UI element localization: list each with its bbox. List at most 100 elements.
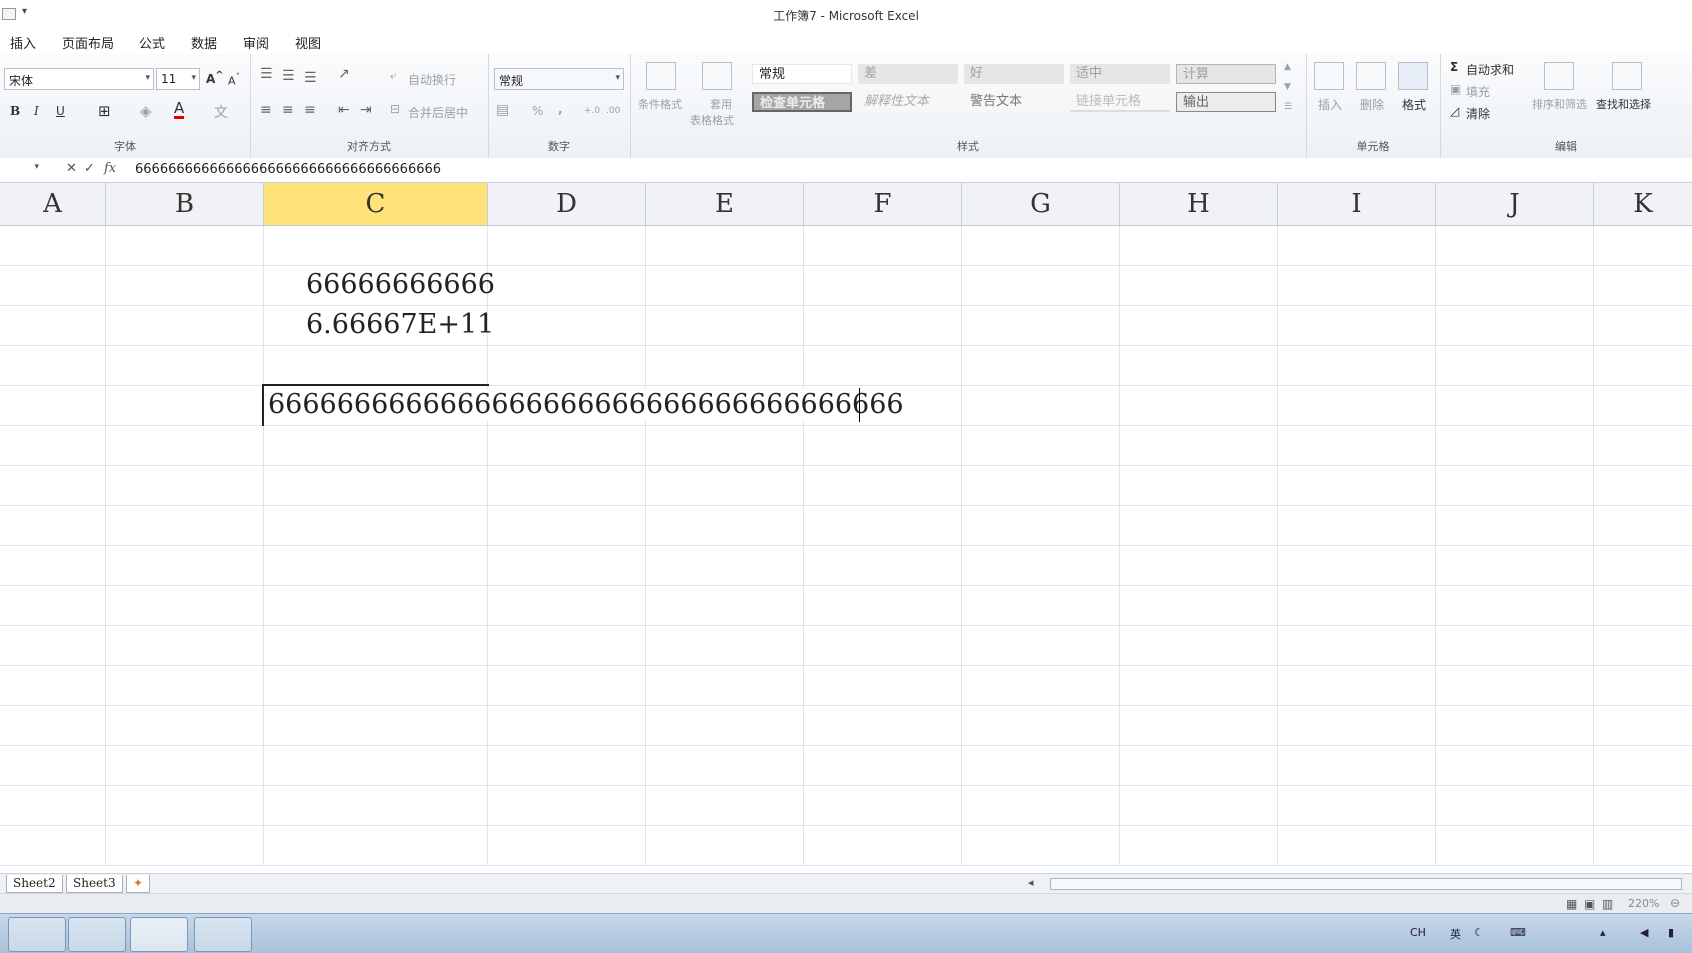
style-good[interactable]: 好 [964,64,1064,84]
excel-taskbar-icon[interactable] [130,917,188,952]
style-bad[interactable]: 差 [858,64,958,84]
moon-icon[interactable]: ☾ [1474,926,1484,939]
styles-scroll-down-icon[interactable]: ▼ [1284,82,1291,92]
show-hidden-icons[interactable]: ▴ [1600,926,1606,939]
italic-icon[interactable]: I [34,104,39,118]
border-icon[interactable]: ⊞ [98,102,111,120]
sort-filter-button[interactable]: 排序和筛选 [1532,96,1587,112]
column-header-a[interactable]: A [0,183,106,225]
merge-center-icon[interactable]: ⊟ [390,102,400,116]
style-explanatory[interactable]: 解释性文本 [858,92,958,112]
column-header-h[interactable]: H [1120,183,1278,225]
table-format-label-1[interactable]: 套用 [710,96,732,112]
cell-c6-edit-text[interactable]: 6666666666666666666666666666666666666 [268,389,906,420]
font-name-select[interactable]: 宋体 ▾ [4,68,154,90]
autosum-button[interactable]: 自动求和 [1466,61,1514,78]
network-icon[interactable]: ▮ [1668,926,1674,939]
confirm-entry-icon[interactable]: ✓ [84,161,95,176]
align-top-icon[interactable]: ☰ [260,66,273,82]
fill-color-icon[interactable]: ◈ [140,102,152,120]
sheet-tab-sheet2[interactable]: Sheet2 [6,875,63,893]
style-warning[interactable]: 警告文本 [964,92,1064,112]
column-header-k[interactable]: K [1594,183,1692,225]
cancel-entry-icon[interactable]: ✕ [66,161,77,176]
column-header-b[interactable]: B [106,183,264,225]
font-size-select[interactable]: 11 ▾ [156,68,200,90]
align-bottom-icon[interactable]: ☰ [304,70,317,86]
decrease-indent-icon[interactable]: ⇤ [338,102,350,118]
zoom-level[interactable]: 220% [1628,897,1659,910]
worksheet-grid[interactable]: 66666666666 6.66667E+11 6666666666666666… [0,226,1692,866]
styles-scroll-up-icon[interactable]: ▲ [1284,62,1291,72]
clear-button[interactable]: 清除 [1466,105,1490,122]
number-format-select[interactable]: 常规 ▾ [494,68,624,90]
align-middle-icon[interactable]: ☰ [282,68,295,84]
media-player-icon[interactable] [68,917,126,952]
column-header-j[interactable]: J [1436,183,1594,225]
percent-icon[interactable]: % [532,104,543,118]
style-linked-cell[interactable]: 链接单元格 [1070,92,1170,112]
name-box[interactable]: ▾ [0,160,42,178]
cell-c4[interactable]: 6.66667E+11 [306,309,494,340]
style-neutral[interactable]: 适中 [1070,64,1170,84]
style-output[interactable]: 输出 [1176,92,1276,112]
binoculars-icon[interactable] [1612,62,1642,90]
font-color-icon[interactable]: A [174,100,185,119]
style-check-cell[interactable]: 检查单元格 [752,92,852,112]
align-right-icon[interactable]: ≡ [304,102,316,118]
page-break-view-icon[interactable]: ▥ [1602,897,1613,911]
insert-function-icon[interactable]: fx [104,161,116,176]
align-left-icon[interactable]: ≡ [260,102,272,118]
formula-input[interactable]: 6666666666666666666666666666666666666 [135,162,441,177]
grow-font-icon[interactable]: A^ [206,70,224,86]
column-header-c[interactable]: C [264,183,488,225]
merge-center-button[interactable]: 合并后居中 [408,104,468,121]
new-sheet-icon[interactable]: ✦ [126,875,151,893]
keyboard-icon[interactable]: ⌨ [1510,926,1526,939]
shrink-font-icon[interactable]: Aˇ [228,72,240,88]
conditional-format-icon[interactable] [646,62,676,90]
column-header-f[interactable]: F [804,183,962,225]
page-layout-view-icon[interactable]: ▣ [1584,897,1595,911]
tab-insert[interactable]: 插入 [10,33,36,52]
align-center-icon[interactable]: ≡ [282,102,294,118]
format-cells-icon[interactable] [1398,62,1428,90]
orientation-icon[interactable]: ↗ [338,66,350,82]
normal-view-icon[interactable]: ▦ [1566,897,1577,911]
wrap-text-button[interactable]: 自动换行 [408,71,456,88]
conditional-format-button[interactable]: 条件格式 [638,96,682,112]
underline-icon[interactable]: U [56,104,65,118]
zoom-out-icon[interactable]: ⊖ [1670,896,1680,910]
increase-decimal-icon[interactable]: +.0 [584,106,600,116]
file-explorer-icon[interactable] [8,917,66,952]
tab-formulas[interactable]: 公式 [139,33,165,52]
column-header-i[interactable]: I [1278,183,1436,225]
tab-review[interactable]: 审阅 [243,33,269,52]
style-normal[interactable]: 常规 [752,64,852,84]
word-taskbar-icon[interactable] [194,917,252,952]
insert-cells-icon[interactable] [1314,62,1344,90]
wrap-text-icon[interactable]: ⤶ [390,68,397,83]
tab-view[interactable]: 视图 [295,33,321,52]
delete-cells-icon[interactable] [1356,62,1386,90]
table-format-icon[interactable] [702,62,732,90]
column-header-e[interactable]: E [646,183,804,225]
ime-mode[interactable]: 英 [1450,926,1461,942]
fill-button[interactable]: 填充 [1466,83,1490,100]
bold-icon[interactable]: B [10,104,20,118]
tab-page-layout[interactable]: 页面布局 [62,33,114,52]
phonetic-icon[interactable]: 文 [214,102,228,122]
tab-data[interactable]: 数据 [191,33,217,52]
insert-cells-button[interactable]: 插入 [1318,96,1342,113]
cell-c3[interactable]: 66666666666 [306,269,495,300]
comma-icon[interactable]: , [558,102,563,116]
volume-icon[interactable]: ◀ [1640,926,1648,939]
increase-indent-icon[interactable]: ⇥ [360,102,372,118]
column-header-d[interactable]: D [488,183,646,225]
styles-more-icon[interactable]: ☰ [1284,102,1292,112]
format-cells-button[interactable]: 格式 [1402,96,1426,113]
horizontal-scrollbar[interactable] [1050,878,1682,890]
style-calculation[interactable]: 计算 [1176,64,1276,84]
find-select-button[interactable]: 查找和选择 [1596,96,1651,112]
decrease-decimal-icon[interactable]: .00 [606,106,620,116]
